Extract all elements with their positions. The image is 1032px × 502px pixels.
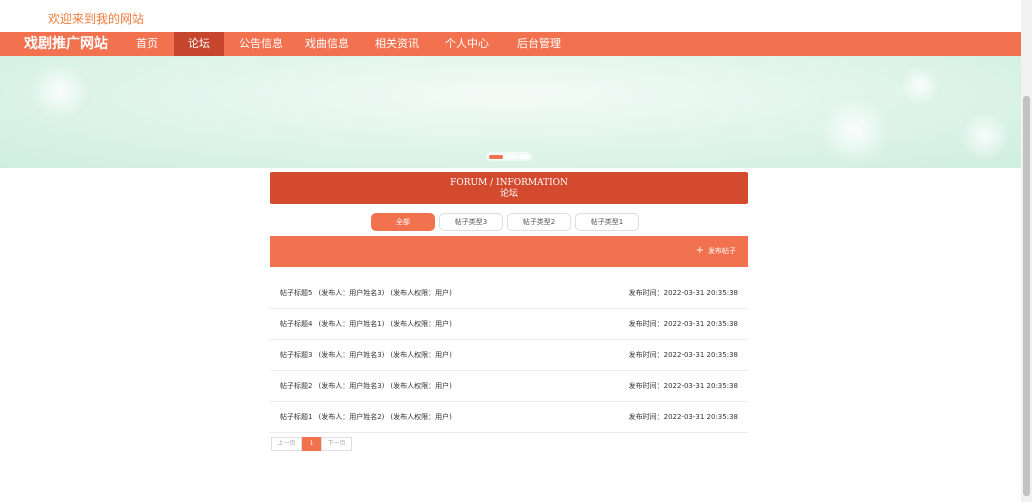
post-role: (发布人权限：用户): [390, 413, 452, 421]
post-time-value: 2022-03-31 20:35:38: [663, 382, 738, 390]
scrollbar-thumb[interactable]: [1023, 96, 1030, 496]
site-title[interactable]: 戏剧推广网站: [24, 32, 108, 56]
forum-title-en: FORUM / INFORMATION: [450, 178, 568, 188]
post-info: 帖子标题5 (发布人：用户姓名3) (发布人权限：用户): [280, 288, 458, 298]
forum-action-bar: + 发布帖子: [270, 236, 748, 267]
nav-item-home[interactable]: 首页: [124, 32, 170, 56]
tab-all[interactable]: 全部: [371, 213, 435, 231]
page-scrollbar[interactable]: [1021, 0, 1032, 502]
post-title: 帖子标题3: [280, 351, 313, 359]
post-row[interactable]: 帖子标题5 (发布人：用户姓名3) (发布人权限：用户) 发布时间：2022-03-…: [270, 278, 748, 309]
publish-post-label: 发布帖子: [708, 247, 736, 255]
post-list: 帖子标题5 (发布人：用户姓名3) (发布人权限：用户) 发布时间：2022-03-…: [270, 278, 748, 433]
tab-type-3[interactable]: 帖子类型3: [439, 213, 503, 231]
nav-item-forum[interactable]: 论坛: [174, 32, 224, 56]
next-page-button[interactable]: 下一页: [321, 437, 352, 451]
post-row[interactable]: 帖子标题2 (发布人：用户姓名3) (发布人权限：用户) 发布时间：2022-03-…: [270, 371, 748, 402]
post-author: (发布人：用户姓名2): [318, 413, 385, 421]
nav-item-news[interactable]: 相关资讯: [368, 32, 426, 56]
post-time-label: 发布时间：: [628, 351, 664, 359]
post-author: (发布人：用户姓名3): [318, 382, 385, 390]
nav-item-user-center[interactable]: 个人中心: [438, 32, 496, 56]
post-title: 帖子标题2: [280, 382, 313, 390]
page: 欢迎来到我的网站 戏剧推广网站 首页 论坛 公告信息 戏曲信息 相关资讯 个人中…: [0, 0, 1032, 502]
forum-section-header: FORUM / INFORMATION 论坛: [270, 172, 748, 204]
post-time: 发布时间：2022-03-31 20:35:38: [629, 288, 738, 298]
banner-bokeh: [900, 66, 940, 106]
post-time-value: 2022-03-31 20:35:38: [663, 320, 738, 328]
post-author: (发布人：用户姓名1): [318, 320, 385, 328]
publish-post-button[interactable]: + 发布帖子: [696, 246, 736, 256]
post-title: 帖子标题5: [280, 289, 313, 297]
post-role: (发布人权限：用户): [390, 351, 452, 359]
post-time: 发布时间：2022-03-31 20:35:38: [629, 350, 738, 360]
page-number-current[interactable]: 1: [302, 437, 321, 451]
post-info: 帖子标题1 (发布人：用户姓名2) (发布人权限：用户): [280, 412, 458, 422]
nav-item-opera-info[interactable]: 戏曲信息: [298, 32, 356, 56]
post-time-label: 发布时间：: [628, 289, 664, 297]
post-title: 帖子标题1: [280, 413, 313, 421]
banner-bokeh: [960, 111, 1010, 161]
post-time-label: 发布时间：: [628, 320, 664, 328]
top-navbar: 戏剧推广网站 首页 论坛 公告信息 戏曲信息 相关资讯 个人中心 后台管理: [0, 32, 1021, 56]
nav-item-admin[interactable]: 后台管理: [508, 32, 570, 56]
post-role: (发布人权限：用户): [390, 382, 452, 390]
banner-carousel[interactable]: [0, 56, 1021, 168]
post-time-label: 发布时间：: [628, 413, 664, 421]
post-time-label: 发布时间：: [628, 382, 664, 390]
post-time-value: 2022-03-31 20:35:38: [663, 413, 738, 421]
post-author: (发布人：用户姓名3): [318, 289, 385, 297]
post-time-value: 2022-03-31 20:35:38: [663, 289, 738, 297]
banner-bokeh: [30, 61, 90, 121]
post-role: (发布人权限：用户): [390, 320, 452, 328]
tab-type-1[interactable]: 帖子类型1: [575, 213, 639, 231]
nav-item-announcements[interactable]: 公告信息: [232, 32, 290, 56]
carousel-dot-active[interactable]: [489, 154, 503, 159]
post-info: 帖子标题4 (发布人：用户姓名1) (发布人权限：用户): [280, 319, 458, 329]
banner-bokeh: [820, 96, 890, 166]
plus-icon: +: [695, 245, 704, 256]
post-row[interactable]: 帖子标题4 (发布人：用户姓名1) (发布人权限：用户) 发布时间：2022-03-…: [270, 309, 748, 340]
post-time: 发布时间：2022-03-31 20:35:38: [629, 381, 738, 391]
post-author: (发布人：用户姓名3): [318, 351, 385, 359]
post-time: 发布时间：2022-03-31 20:35:38: [629, 412, 738, 422]
post-info: 帖子标题3 (发布人：用户姓名3) (发布人权限：用户): [280, 350, 458, 360]
welcome-text: 欢迎来到我的网站: [48, 12, 145, 26]
post-role: (发布人权限：用户): [390, 289, 452, 297]
post-type-tabs: 全部 帖子类型3 帖子类型2 帖子类型1: [371, 213, 639, 231]
carousel-dot[interactable]: [506, 154, 516, 159]
post-row[interactable]: 帖子标题1 (发布人：用户姓名2) (发布人权限：用户) 发布时间：2022-03-…: [270, 402, 748, 433]
pagination: 上一页 1 下一页: [271, 437, 352, 451]
carousel-indicator: [486, 152, 532, 161]
prev-page-button[interactable]: 上一页: [271, 437, 302, 451]
tab-type-2[interactable]: 帖子类型2: [507, 213, 571, 231]
forum-title-cn: 论坛: [499, 189, 518, 199]
post-info: 帖子标题2 (发布人：用户姓名3) (发布人权限：用户): [280, 381, 458, 391]
post-row[interactable]: 帖子标题3 (发布人：用户姓名3) (发布人权限：用户) 发布时间：2022-03-…: [270, 340, 748, 371]
post-time: 发布时间：2022-03-31 20:35:38: [629, 319, 738, 329]
post-time-value: 2022-03-31 20:35:38: [663, 351, 738, 359]
carousel-dot[interactable]: [519, 154, 529, 159]
post-title: 帖子标题4: [280, 320, 313, 328]
